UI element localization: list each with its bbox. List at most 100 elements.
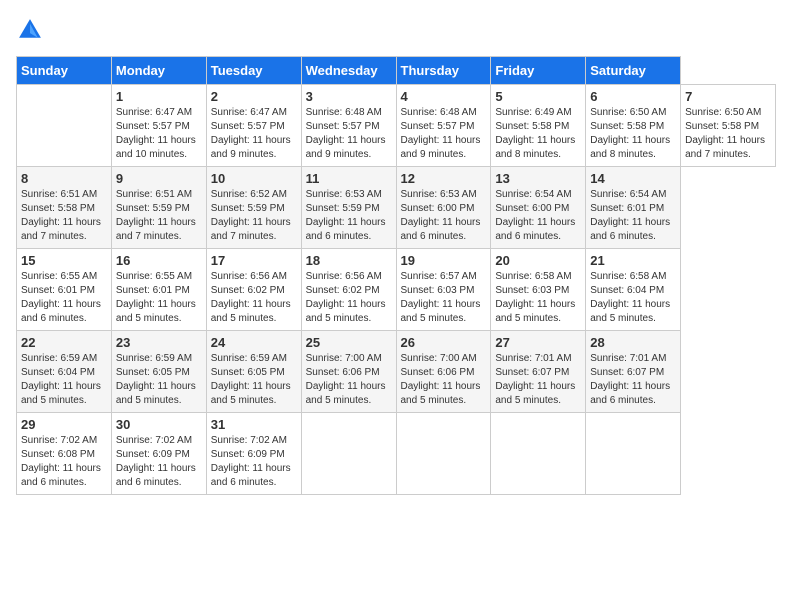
calendar-cell: 7Sunrise: 6:50 AMSunset: 5:58 PMDaylight… [681, 85, 776, 167]
calendar-cell: 23 Sunrise: 6:59 AMSunset: 6:05 PMDayligh… [111, 331, 206, 413]
day-info: Sunrise: 6:54 AMSunset: 6:00 PMDaylight:… [495, 188, 581, 244]
day-number: 19 [401, 253, 487, 268]
day-info: Sunrise: 6:59 AMSunset: 6:05 PMDaylight:… [211, 352, 297, 408]
day-number: 9 [116, 171, 202, 186]
day-info: Sunrise: 7:00 AMSunset: 6:06 PMDaylight:… [401, 352, 487, 408]
calendar-cell: 19 Sunrise: 6:57 AMSunset: 6:03 PMDayligh… [396, 249, 491, 331]
day-number: 21 [590, 253, 676, 268]
calendar-cell [301, 413, 396, 495]
day-number: 1 [116, 89, 202, 104]
day-header-saturday: Saturday [586, 57, 681, 85]
day-info: Sunrise: 6:53 AMSunset: 6:00 PMDaylight:… [401, 188, 487, 244]
day-number: 26 [401, 335, 487, 350]
day-info: Sunrise: 7:02 AMSunset: 6:09 PMDaylight:… [116, 434, 202, 490]
day-number: 20 [495, 253, 581, 268]
calendar-cell: 26 Sunrise: 7:00 AMSunset: 6:06 PMDayligh… [396, 331, 491, 413]
day-number: 16 [116, 253, 202, 268]
calendar-cell: 3 Sunrise: 6:48 AMSunset: 5:57 PMDaylight… [301, 85, 396, 167]
day-header-wednesday: Wednesday [301, 57, 396, 85]
day-number: 2 [211, 89, 297, 104]
calendar-cell: 10Sunrise: 6:52 AMSunset: 5:59 PMDayligh… [206, 167, 301, 249]
day-number: 28 [590, 335, 676, 350]
day-info: Sunrise: 6:49 AMSunset: 5:58 PMDaylight:… [495, 106, 581, 162]
day-header-monday: Monday [111, 57, 206, 85]
day-info: Sunrise: 7:00 AMSunset: 6:06 PMDaylight:… [306, 352, 392, 408]
day-number: 24 [211, 335, 297, 350]
week-row-4: 22 Sunrise: 6:59 AMSunset: 6:04 PMDayligh… [17, 331, 776, 413]
logo [16, 16, 48, 44]
day-info: Sunrise: 7:01 AMSunset: 6:07 PMDaylight:… [590, 352, 676, 408]
day-info: Sunrise: 6:47 AMSunset: 5:57 PMDaylight:… [116, 106, 202, 162]
day-number: 29 [21, 417, 107, 432]
day-info: Sunrise: 6:59 AMSunset: 6:04 PMDaylight:… [21, 352, 107, 408]
day-number: 3 [306, 89, 392, 104]
week-row-1: 1 Sunrise: 6:47 AMSunset: 5:57 PMDaylight… [17, 85, 776, 167]
day-info: Sunrise: 6:47 AMSunset: 5:57 PMDaylight:… [211, 106, 297, 162]
day-number: 15 [21, 253, 107, 268]
calendar-cell: 28 Sunrise: 7:01 AMSunset: 6:07 PMDayligh… [586, 331, 681, 413]
day-info: Sunrise: 6:56 AMSunset: 6:02 PMDaylight:… [211, 270, 297, 326]
calendar-cell: 24 Sunrise: 6:59 AMSunset: 6:05 PMDayligh… [206, 331, 301, 413]
day-header-sunday: Sunday [17, 57, 112, 85]
header-row: SundayMondayTuesdayWednesdayThursdayFrid… [17, 57, 776, 85]
calendar-cell: 30 Sunrise: 7:02 AMSunset: 6:09 PMDayligh… [111, 413, 206, 495]
day-number: 11 [306, 171, 392, 186]
calendar-cell: 6 Sunrise: 6:50 AMSunset: 5:58 PMDaylight… [586, 85, 681, 167]
day-info: Sunrise: 6:58 AMSunset: 6:04 PMDaylight:… [590, 270, 676, 326]
day-info: Sunrise: 7:02 AMSunset: 6:08 PMDaylight:… [21, 434, 107, 490]
day-info: Sunrise: 6:58 AMSunset: 6:03 PMDaylight:… [495, 270, 581, 326]
calendar-cell [17, 85, 112, 167]
calendar-cell [491, 413, 586, 495]
calendar-cell: 12Sunrise: 6:53 AMSunset: 6:00 PMDayligh… [396, 167, 491, 249]
day-number: 6 [590, 89, 676, 104]
calendar-cell: 4 Sunrise: 6:48 AMSunset: 5:57 PMDaylight… [396, 85, 491, 167]
calendar-cell: 11Sunrise: 6:53 AMSunset: 5:59 PMDayligh… [301, 167, 396, 249]
day-info: Sunrise: 6:50 AMSunset: 5:58 PMDaylight:… [590, 106, 676, 162]
week-row-5: 29 Sunrise: 7:02 AMSunset: 6:08 PMDayligh… [17, 413, 776, 495]
day-info: Sunrise: 6:59 AMSunset: 6:05 PMDaylight:… [116, 352, 202, 408]
day-number: 7 [685, 89, 771, 104]
week-row-2: 8 Sunrise: 6:51 AMSunset: 5:58 PMDaylight… [17, 167, 776, 249]
day-number: 23 [116, 335, 202, 350]
day-number: 18 [306, 253, 392, 268]
day-info: Sunrise: 6:51 AMSunset: 5:59 PMDaylight:… [116, 188, 202, 244]
day-number: 5 [495, 89, 581, 104]
calendar-cell: 1 Sunrise: 6:47 AMSunset: 5:57 PMDaylight… [111, 85, 206, 167]
week-row-3: 15 Sunrise: 6:55 AMSunset: 6:01 PMDayligh… [17, 249, 776, 331]
day-info: Sunrise: 6:48 AMSunset: 5:57 PMDaylight:… [401, 106, 487, 162]
calendar-cell: 31 Sunrise: 7:02 AMSunset: 6:09 PMDayligh… [206, 413, 301, 495]
day-header-thursday: Thursday [396, 57, 491, 85]
day-number: 31 [211, 417, 297, 432]
day-number: 13 [495, 171, 581, 186]
calendar-cell: 16 Sunrise: 6:55 AMSunset: 6:01 PMDayligh… [111, 249, 206, 331]
calendar-cell: 18 Sunrise: 6:56 AMSunset: 6:02 PMDayligh… [301, 249, 396, 331]
day-number: 25 [306, 335, 392, 350]
day-info: Sunrise: 6:52 AMSunset: 5:59 PMDaylight:… [211, 188, 297, 244]
day-info: Sunrise: 6:56 AMSunset: 6:02 PMDaylight:… [306, 270, 392, 326]
day-number: 30 [116, 417, 202, 432]
day-info: Sunrise: 6:55 AMSunset: 6:01 PMDaylight:… [116, 270, 202, 326]
day-header-friday: Friday [491, 57, 586, 85]
calendar-cell: 20 Sunrise: 6:58 AMSunset: 6:03 PMDayligh… [491, 249, 586, 331]
day-info: Sunrise: 6:55 AMSunset: 6:01 PMDaylight:… [21, 270, 107, 326]
day-info: Sunrise: 6:48 AMSunset: 5:57 PMDaylight:… [306, 106, 392, 162]
calendar-cell [396, 413, 491, 495]
page-header [16, 16, 776, 44]
calendar-cell: 15 Sunrise: 6:55 AMSunset: 6:01 PMDayligh… [17, 249, 112, 331]
day-number: 8 [21, 171, 107, 186]
calendar-cell: 8 Sunrise: 6:51 AMSunset: 5:58 PMDaylight… [17, 167, 112, 249]
day-number: 22 [21, 335, 107, 350]
day-info: Sunrise: 7:02 AMSunset: 6:09 PMDaylight:… [211, 434, 297, 490]
calendar-cell: 5 Sunrise: 6:49 AMSunset: 5:58 PMDaylight… [491, 85, 586, 167]
calendar-cell: 29 Sunrise: 7:02 AMSunset: 6:08 PMDayligh… [17, 413, 112, 495]
day-info: Sunrise: 6:51 AMSunset: 5:58 PMDaylight:… [21, 188, 107, 244]
day-info: Sunrise: 6:57 AMSunset: 6:03 PMDaylight:… [401, 270, 487, 326]
calendar-cell: 17Sunrise: 6:56 AMSunset: 6:02 PMDayligh… [206, 249, 301, 331]
day-number: 14 [590, 171, 676, 186]
calendar-cell: 22 Sunrise: 6:59 AMSunset: 6:04 PMDayligh… [17, 331, 112, 413]
day-number: 4 [401, 89, 487, 104]
day-header-tuesday: Tuesday [206, 57, 301, 85]
calendar-cell: 13 Sunrise: 6:54 AMSunset: 6:00 PMDayligh… [491, 167, 586, 249]
day-info: Sunrise: 6:54 AMSunset: 6:01 PMDaylight:… [590, 188, 676, 244]
calendar-cell: 14 Sunrise: 6:54 AMSunset: 6:01 PMDayligh… [586, 167, 681, 249]
